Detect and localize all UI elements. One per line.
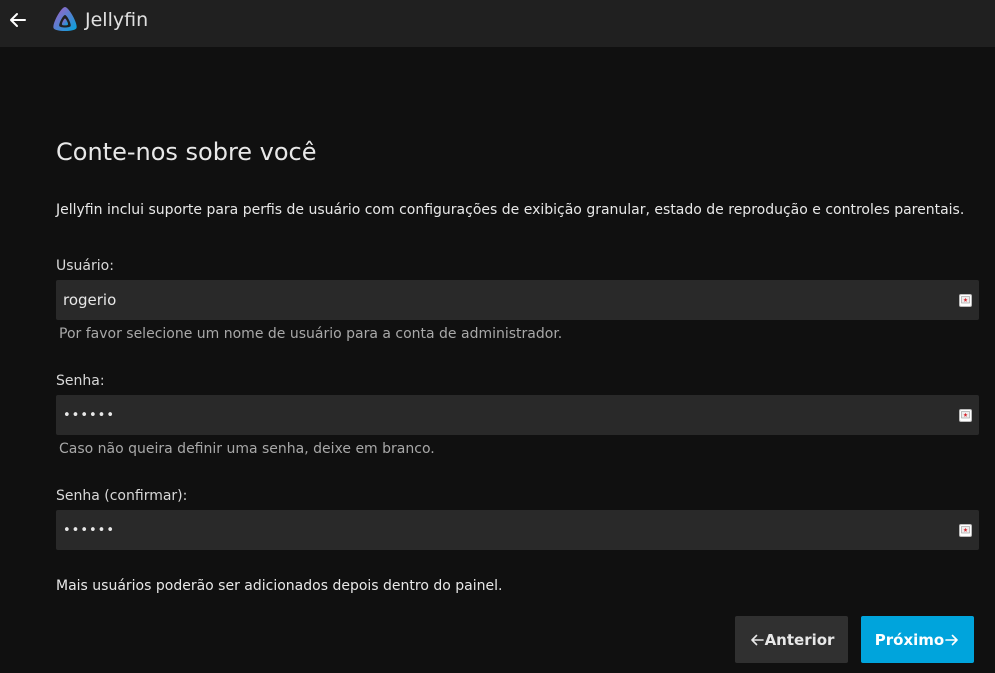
app-logo[interactable]: Jellyfin [50,4,148,36]
next-button-label: Próximo [874,630,945,649]
password-manager-icon[interactable] [959,408,972,422]
password-label: Senha: [56,373,105,389]
page-title: Conte-nos sobre você [56,138,317,166]
username-label: Usuário: [56,258,114,274]
previous-button-label: Anterior [764,630,835,649]
username-help: Por favor selecione um nome de usuário p… [59,326,563,342]
password-manager-icon[interactable] [959,523,972,537]
password-confirm-label: Senha (confirmar): [56,488,188,504]
arrow-left-icon [10,13,26,27]
password-manager-icon[interactable] [959,293,972,307]
password-confirm-field[interactable]: •••••• [56,510,979,550]
username-field[interactable]: rogerio [56,280,979,320]
app-name: Jellyfin [85,9,149,31]
next-button[interactable]: Próximo [861,616,974,663]
jellyfin-logo-icon [53,7,77,31]
previous-button[interactable]: Anterior [735,616,848,663]
password-value: •••••• [63,407,116,423]
back-button[interactable] [6,8,30,32]
intro-text: Jellyfin inclui suporte para perfis de u… [56,202,965,218]
footer-note: Mais usuários poderão ser adicionados de… [56,578,503,594]
password-confirm-value: •••••• [63,522,116,538]
top-bar: Jellyfin [0,0,995,47]
username-value: rogerio [63,291,117,309]
password-help: Caso não queira definir uma senha, deixe… [59,441,435,457]
arrow-right-icon [944,632,960,648]
password-field[interactable]: •••••• [56,395,979,435]
arrow-left-icon [749,632,765,648]
